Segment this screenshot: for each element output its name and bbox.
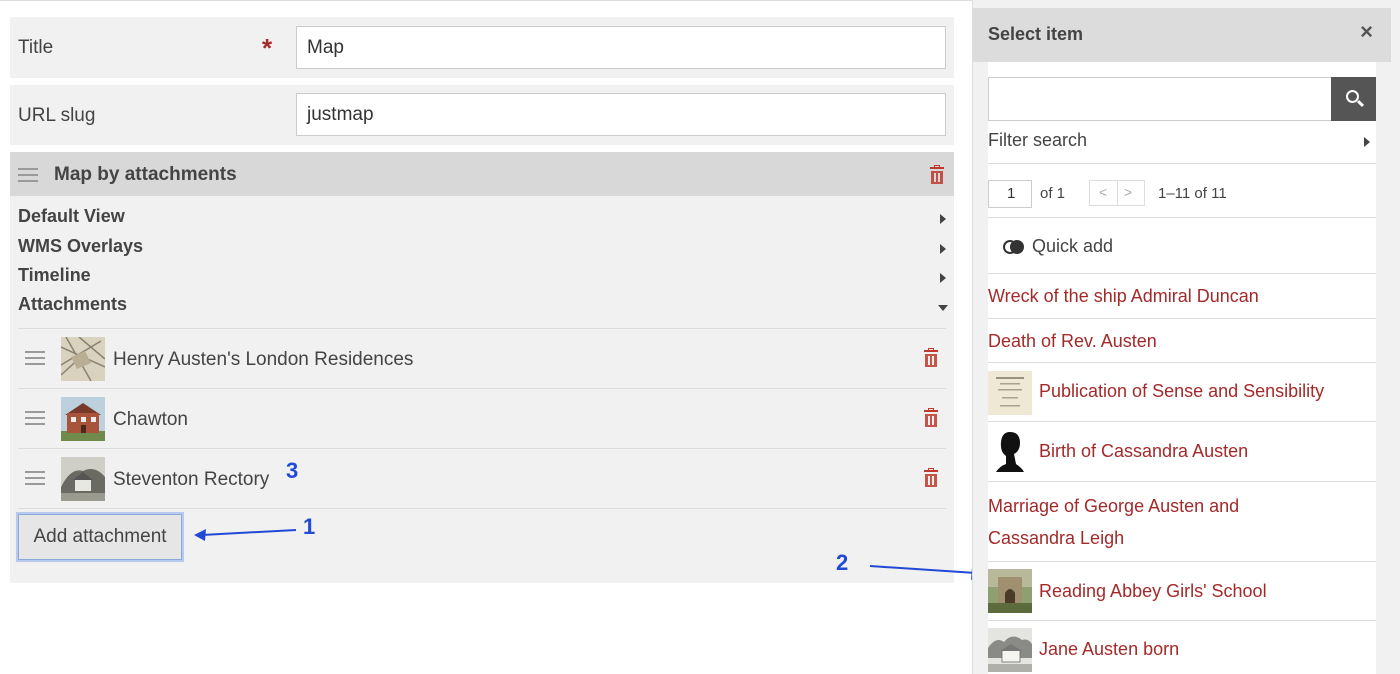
- caret-down-icon: [938, 305, 948, 311]
- book-page-thumbnail: [988, 371, 1032, 415]
- chevron-left-icon[interactable]: <: [1099, 184, 1107, 200]
- toggle-icon: [1003, 240, 1025, 254]
- divider: [18, 508, 946, 509]
- caret-right-icon: [940, 244, 946, 254]
- result-label: Publication of Sense and Sensibility: [1039, 381, 1325, 401]
- title-input[interactable]: Map: [296, 26, 946, 69]
- quick-add-label: Quick add: [1032, 236, 1114, 256]
- section-wms-overlays[interactable]: WMS Overlays: [18, 236, 946, 264]
- select-item-panel: Select item × Filter search 1 of 1 < > 1…: [972, 0, 1400, 674]
- page-count: of 1: [1040, 185, 1066, 202]
- panel-body: Filter search 1 of 1 < > 1–11 of 11 Quic…: [988, 62, 1376, 674]
- caret-right-icon: [940, 273, 946, 283]
- caret-right-icon: [940, 214, 946, 224]
- result-label: Birth of Cassandra Austen: [1039, 441, 1249, 461]
- attachment-list: Henry Austen's London Residences Chawton: [18, 328, 946, 509]
- search-button[interactable]: [1331, 77, 1376, 121]
- quick-add-toggle[interactable]: Quick add: [988, 218, 1376, 274]
- section-label: Attachments: [18, 294, 128, 314]
- drag-handle-icon[interactable]: [25, 471, 45, 485]
- result-item[interactable]: Jane Austen born: [988, 621, 1376, 674]
- search-input[interactable]: [988, 77, 1332, 121]
- rectory-thumbnail: [61, 457, 105, 501]
- filter-label: Filter search: [988, 130, 1088, 150]
- title-field-row: Title * Map: [10, 17, 954, 78]
- result-label: Marriage of George Austen and Cassandra …: [988, 496, 1240, 548]
- filter-search-toggle[interactable]: Filter search: [988, 130, 1376, 164]
- attachment-label: Chawton: [113, 409, 188, 430]
- abbey-thumbnail: [988, 569, 1032, 613]
- silhouette-thumbnail: [988, 428, 1032, 472]
- house-thumbnail: [61, 397, 105, 441]
- panel-title: Select item: [988, 24, 1084, 44]
- section-label: Timeline: [18, 265, 91, 285]
- result-range: 1–11 of 11: [1158, 185, 1227, 202]
- drag-handle-icon[interactable]: [25, 411, 45, 425]
- result-label: Death of Rev. Austen: [988, 331, 1157, 351]
- page-number-input[interactable]: 1: [988, 180, 1032, 208]
- attachment-label: Henry Austen's London Residences: [113, 349, 414, 370]
- title-label: Title: [18, 37, 54, 58]
- panel-header: Select item ×: [973, 8, 1391, 62]
- trash-icon[interactable]: [924, 348, 938, 367]
- result-item[interactable]: Marriage of George Austen and Cassandra …: [988, 482, 1376, 562]
- section-attachments[interactable]: Attachments: [18, 294, 948, 322]
- attachment-item[interactable]: Steventon Rectory: [18, 448, 946, 508]
- church-thumbnail: [988, 628, 1032, 672]
- result-item[interactable]: Reading Abbey Girls' School: [988, 562, 1376, 621]
- slug-field-row: URL slug justmap: [10, 85, 954, 145]
- annotation-number: 2: [836, 550, 849, 575]
- drag-handle-icon[interactable]: [18, 168, 38, 182]
- result-item[interactable]: Death of Rev. Austen: [988, 319, 1376, 363]
- result-label: Wreck of the ship Admiral Duncan: [988, 286, 1259, 306]
- trash-icon[interactable]: [924, 468, 938, 487]
- annotation-number: 3: [286, 458, 299, 483]
- caret-right-icon: [1364, 137, 1370, 147]
- annotation-number: 1: [303, 514, 316, 539]
- results-list: Wreck of the ship Admiral Duncan Death o…: [988, 274, 1376, 674]
- block-header: Map by attachments: [10, 152, 954, 196]
- trash-icon[interactable]: [924, 408, 938, 427]
- pager-buttons: < >: [1089, 180, 1145, 206]
- section-label: Default View: [18, 206, 125, 226]
- slug-input[interactable]: justmap: [296, 93, 946, 136]
- block-title: Map by attachments: [54, 164, 237, 185]
- close-icon[interactable]: ×: [1360, 20, 1373, 44]
- result-label: Reading Abbey Girls' School: [1039, 581, 1267, 601]
- pagination: 1 of 1 < > 1–11 of 11: [988, 174, 1376, 218]
- attachment-item[interactable]: Henry Austen's London Residences: [18, 328, 946, 388]
- chevron-right-icon[interactable]: >: [1124, 184, 1132, 200]
- add-attachment-button[interactable]: Add attachment: [18, 514, 182, 560]
- drag-handle-icon[interactable]: [25, 351, 45, 365]
- annotation-arrow-1: [194, 529, 297, 541]
- result-item[interactable]: Publication of Sense and Sensibility: [988, 363, 1376, 422]
- trash-icon[interactable]: [930, 165, 944, 184]
- map-block: Map by attachments Default View WMS Over…: [10, 152, 954, 583]
- section-label: WMS Overlays: [18, 236, 144, 256]
- attachment-item[interactable]: Chawton: [18, 388, 946, 448]
- section-timeline[interactable]: Timeline: [18, 265, 946, 293]
- section-default-view[interactable]: Default View: [18, 206, 946, 234]
- required-indicator: *: [262, 33, 273, 63]
- attachment-label: Steventon Rectory: [113, 469, 270, 490]
- result-label: Jane Austen born: [1039, 639, 1180, 659]
- result-item[interactable]: Birth of Cassandra Austen: [988, 422, 1376, 482]
- result-item[interactable]: Wreck of the ship Admiral Duncan: [988, 274, 1376, 319]
- slug-label: URL slug: [18, 105, 96, 126]
- map-thumbnail: [61, 337, 105, 381]
